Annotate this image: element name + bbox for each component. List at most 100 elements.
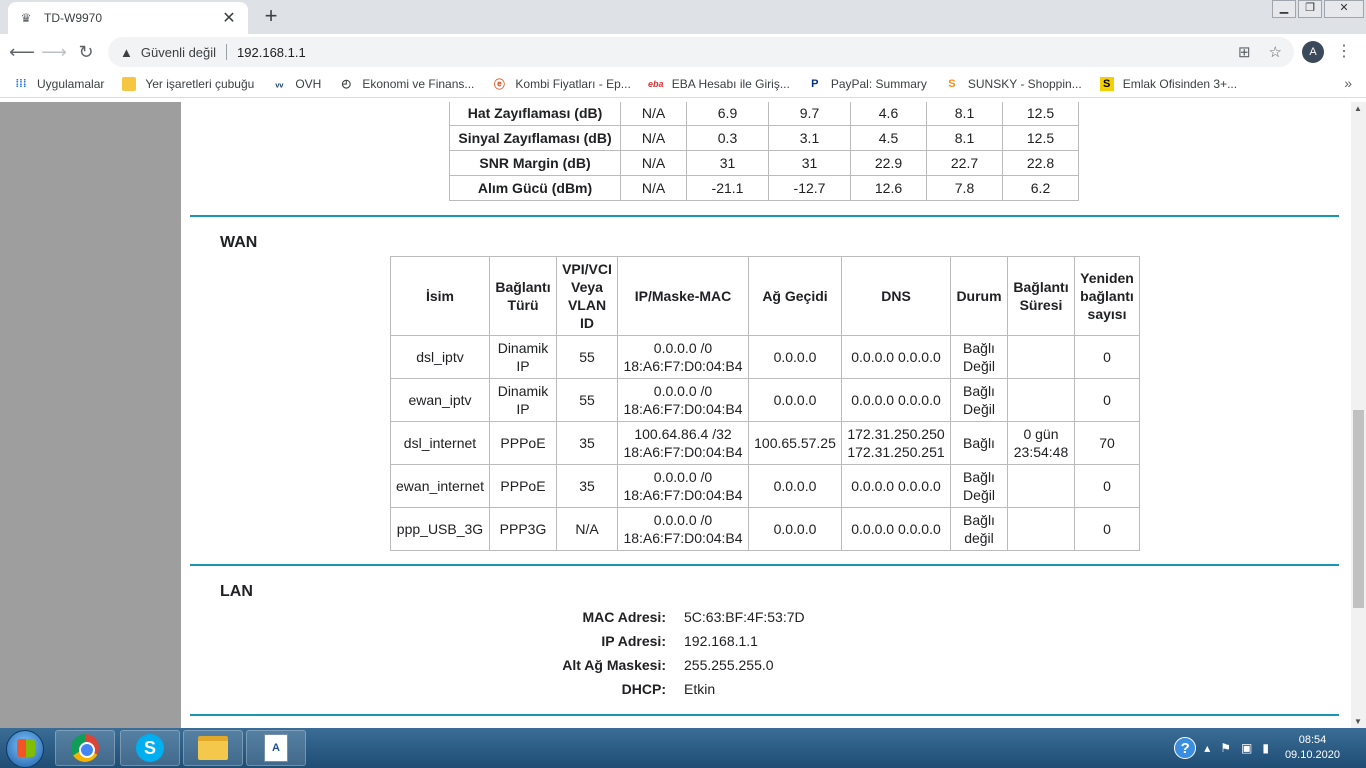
clock-icon: ◴ bbox=[341, 78, 352, 90]
wan-cell-vlan-text: 55 bbox=[579, 349, 595, 365]
bookmark-label: Uygulamalar bbox=[37, 76, 105, 91]
bookmark-star-icon[interactable]: ☆ bbox=[1269, 43, 1282, 61]
bookmark-apps[interactable]: ⁞⁞⁞ Uygulamalar bbox=[14, 76, 105, 91]
bookmark-ovh[interactable]: ᵥᵥ OVH bbox=[272, 77, 321, 91]
start-button[interactable] bbox=[6, 730, 44, 768]
address-bar[interactable]: ▲ Güvenli değil 192.168.1.1 ⊞ ☆ bbox=[108, 37, 1294, 67]
wan-cell-status: Bağlı değil bbox=[950, 507, 1008, 551]
wan-cell-dns-text: 172.31.250.251 bbox=[847, 444, 945, 460]
wan-cell-name-text: dsl_iptv bbox=[416, 349, 464, 365]
lan-mac-row: MAC Adresi: 5C:63:BF:4F:53:7D bbox=[362, 609, 1062, 625]
page-scrollbar[interactable]: ▲ ▼ bbox=[1351, 102, 1366, 728]
wan-col-reconnects: Yeniden bağlantı sayısı bbox=[1074, 256, 1140, 336]
wan-cell-name-text: ppp_USB_3G bbox=[396, 521, 484, 537]
adsl-cell: 6.9 bbox=[686, 102, 769, 126]
omnibox-separator bbox=[226, 44, 228, 60]
wan-cell-ip-mac-text: 0.0.0.0 /0 bbox=[653, 383, 713, 399]
wan-cell-ip-mac-text: 18:A6:F7:D0:04:B4 bbox=[623, 401, 743, 417]
wan-cell-type-text: Dinamik IP bbox=[497, 340, 549, 374]
url-text[interactable]: 192.168.1.1 bbox=[237, 45, 306, 60]
more-bookmarks-icon[interactable]: » bbox=[1344, 75, 1352, 91]
wan-cell-dns: 0.0.0.0 0.0.0.0 bbox=[841, 335, 951, 379]
wan-cell-type: Dinamik IP bbox=[489, 335, 557, 379]
wan-cell-gateway-text: 0.0.0.0 bbox=[773, 349, 817, 365]
adsl-cell: 9.7 bbox=[768, 102, 851, 126]
adsl-row-label: SNR Margin (dB) bbox=[449, 150, 621, 176]
close-tab-icon[interactable]: ✕ bbox=[220, 8, 238, 28]
help-icon[interactable]: ? bbox=[1174, 737, 1197, 759]
scrollbar-thumb[interactable] bbox=[1353, 410, 1364, 608]
bookmark-kombi[interactable]: ⓔ Kombi Fiyatları - Ep... bbox=[492, 77, 631, 91]
bookmark-ekonomi[interactable]: ◴ Ekonomi ve Finans... bbox=[339, 77, 475, 91]
chrome-icon bbox=[71, 734, 99, 762]
scroll-up-icon[interactable]: ▲ bbox=[1354, 104, 1362, 113]
chrome-menu-icon[interactable]: ⋮ bbox=[1336, 42, 1352, 62]
profile-avatar[interactable]: A bbox=[1302, 41, 1324, 63]
folder-icon bbox=[198, 736, 228, 760]
close-window-button[interactable]: ✕ bbox=[1324, 0, 1364, 18]
wan-cell-ip-mac-text: 0.0.0.0 /0 bbox=[653, 469, 713, 485]
wan-cell-gateway-text: 0.0.0.0 bbox=[773, 392, 817, 408]
wan-cell-ip-mac-text: 18:A6:F7:D0:04:B4 bbox=[623, 487, 743, 503]
s-icon: S bbox=[1099, 76, 1114, 91]
browser-tab[interactable]: ♛ TD-W9970 ✕ bbox=[8, 2, 248, 34]
wan-col-dns: DNS bbox=[841, 256, 951, 336]
tab-strip: ♛ TD-W9970 ✕ + ▁ ❐ ✕ bbox=[0, 0, 1366, 34]
warning-icon[interactable]: ▲ bbox=[120, 45, 133, 60]
lan-field-label: MAC Adresi: bbox=[582, 609, 667, 625]
lan-field-label: Alt Ağ Maskesi: bbox=[562, 657, 666, 673]
new-tab-button[interactable]: + bbox=[258, 4, 284, 30]
adsl-cell: 12.5 bbox=[1002, 125, 1079, 151]
adsl-cell: 8.1 bbox=[926, 102, 1003, 126]
sunsky-icon: S bbox=[948, 77, 956, 90]
bookmark-paypal[interactable]: P PayPal: Summary bbox=[808, 77, 927, 91]
wan-cell-uptime bbox=[1007, 378, 1075, 422]
wan-cell-reconnects-text: 0 bbox=[1103, 521, 1111, 537]
wan-cell-vlan: 35 bbox=[556, 421, 618, 465]
bookmarks-bar: ⁞⁞⁞ Uygulamalar Yer işaretleri çubuğu ᵥᵥ… bbox=[0, 70, 1366, 98]
bookmark-emlak[interactable]: S Emlak Ofisinden 3+... bbox=[1099, 76, 1237, 91]
flag-icon[interactable]: ⚑ bbox=[1220, 741, 1231, 755]
adsl-row: SNR Margin (dB) N/A 31 31 22.9 22.7 22.8 bbox=[449, 150, 1079, 176]
wan-col-vlan: VPI/VCI Veya VLAN ID bbox=[556, 256, 618, 336]
browser-toolbar: ⟵ ⟶ ↻ ▲ Güvenli değil 192.168.1.1 ⊞ ☆ bbox=[0, 34, 1366, 70]
wan-cell-vlan-text: 35 bbox=[579, 478, 595, 494]
back-button[interactable]: ⟵ bbox=[6, 38, 38, 66]
security-label[interactable]: Güvenli değil bbox=[141, 45, 216, 60]
wan-cell-vlan-text: 35 bbox=[579, 435, 595, 451]
adsl-cell: 12.5 bbox=[1002, 102, 1079, 126]
wan-cell-name: dsl_iptv bbox=[390, 335, 490, 379]
wan-cell-type-text: PPP3G bbox=[499, 521, 547, 537]
wan-cell-type-text: PPPoE bbox=[500, 435, 546, 451]
lan-section-title: LAN bbox=[220, 583, 253, 600]
wan-cell-reconnects: 0 bbox=[1074, 464, 1140, 508]
network-icon[interactable]: ▣ bbox=[1241, 741, 1252, 755]
wan-cell-uptime: 0 gün 23:54:48 bbox=[1007, 421, 1075, 465]
bookmark-sunsky[interactable]: S SUNSKY - Shoppin... bbox=[945, 77, 1082, 91]
lan-field-value: 192.168.1.1 bbox=[684, 633, 758, 649]
wan-cell-vlan: N/A bbox=[556, 507, 618, 551]
bookmark-eba[interactable]: eba EBA Hesabı ile Giriş... bbox=[648, 77, 790, 91]
wan-cell-gateway-text: 0.0.0.0 bbox=[773, 478, 817, 494]
tray-expand-icon[interactable]: ▴ bbox=[1204, 741, 1210, 755]
wan-cell-name: ppp_USB_3G bbox=[390, 507, 490, 551]
bookmark-folder[interactable]: Yer işaretleri çubuğu bbox=[122, 76, 254, 91]
taskbar-document[interactable]: A bbox=[246, 730, 306, 766]
forward-button[interactable]: ⟶ bbox=[38, 38, 70, 66]
taskbar-explorer[interactable] bbox=[183, 730, 243, 766]
taskbar-skype[interactable]: S bbox=[120, 730, 180, 766]
wan-cell-ip-mac: 0.0.0.0 /0 18:A6:F7:D0:04:B4 bbox=[617, 464, 749, 508]
translate-icon[interactable]: ⊞ bbox=[1238, 43, 1251, 61]
lan-field-value: Etkin bbox=[684, 681, 716, 697]
restore-button[interactable]: ❐ bbox=[1298, 0, 1322, 18]
minimize-button[interactable]: ▁ bbox=[1272, 0, 1296, 18]
adsl-cell: 6.2 bbox=[1002, 175, 1079, 201]
wan-col-gateway: Ağ Geçidi bbox=[748, 256, 842, 336]
wan-cell-gateway: 100.65.57.25 bbox=[748, 421, 842, 465]
power-icon[interactable]: ▮ bbox=[1262, 741, 1269, 755]
reload-button[interactable]: ↻ bbox=[70, 38, 102, 66]
scroll-down-icon[interactable]: ▼ bbox=[1354, 717, 1362, 726]
taskbar-chrome[interactable] bbox=[55, 730, 115, 766]
adsl-row-label: Alım Gücü (dBm) bbox=[449, 175, 621, 201]
clock[interactable]: 08:54 09.10.2020 bbox=[1285, 733, 1340, 763]
